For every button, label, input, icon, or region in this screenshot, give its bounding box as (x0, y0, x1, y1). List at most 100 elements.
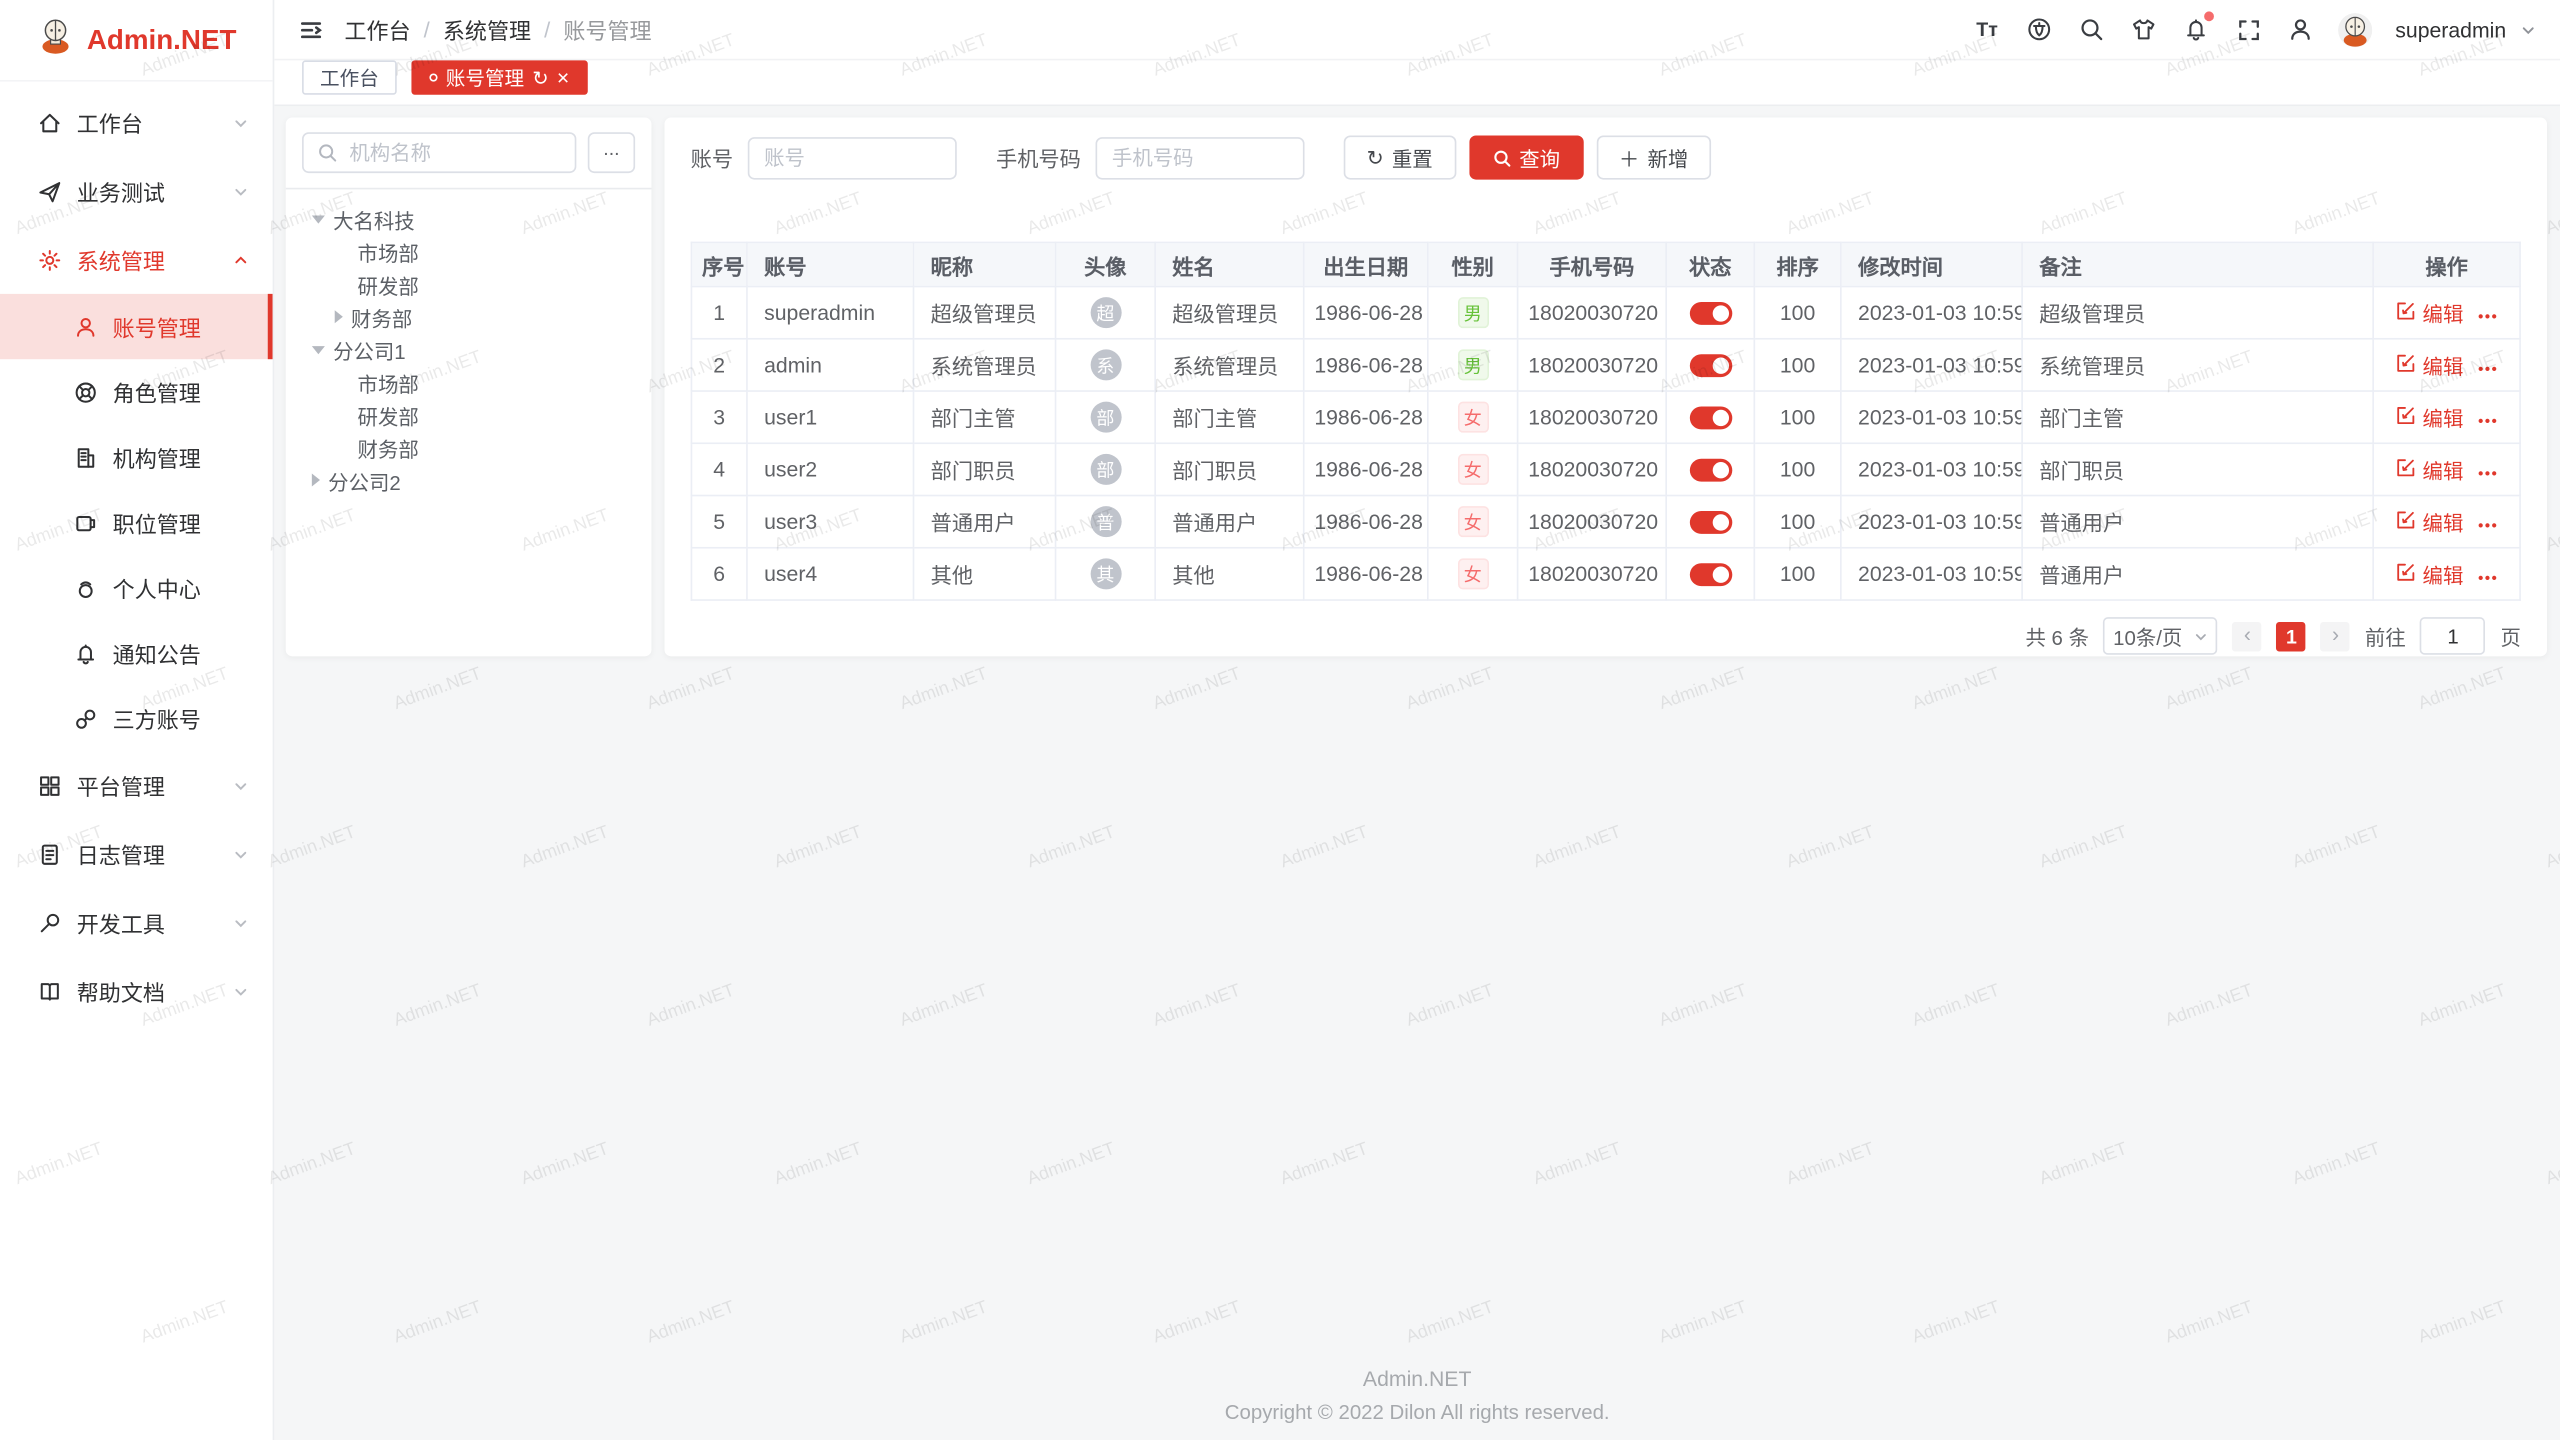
username[interactable]: superadmin (2395, 17, 2506, 41)
next-page-button[interactable]: › (2321, 621, 2350, 650)
tab-close-icon[interactable]: × (557, 67, 569, 88)
search-icon (1492, 148, 1512, 168)
column-header-name: 姓名 (1155, 242, 1304, 286)
app: Admin.NET 工作台业务测试系统管理账号管理角色管理机构管理职位管理个人中… (0, 0, 2560, 1440)
cell-nickname: 其他 (913, 548, 1055, 600)
edit-icon (2395, 561, 2416, 587)
phone-input[interactable] (1096, 136, 1305, 178)
status-toggle[interactable] (1689, 303, 1731, 326)
cell-op: 编辑 ••• (2373, 496, 2520, 548)
tree-node-0-2[interactable]: 财务部 (302, 300, 635, 333)
user-chevron-down-icon[interactable] (2519, 20, 2537, 38)
edit-button[interactable]: 编辑 (2395, 297, 2464, 328)
cell-status (1666, 339, 1754, 391)
page-1-button[interactable]: 1 (2277, 621, 2306, 650)
sidebar-item-role-management[interactable]: 角色管理 (0, 359, 273, 424)
cell-modified: 2023-01-03 10:59:44 (1841, 339, 2022, 391)
row-more-button[interactable]: ••• (2478, 308, 2498, 324)
status-toggle[interactable] (1689, 407, 1731, 430)
caret-right-icon[interactable] (335, 310, 343, 323)
sidebar-item-dev-tools[interactable]: 开发工具 (0, 888, 273, 957)
sidebar-item-position-management[interactable]: 职位管理 (0, 490, 273, 555)
chevron-down-icon (232, 776, 250, 794)
edit-button[interactable]: 编辑 (2395, 506, 2464, 537)
tree-node-label: 财务部 (358, 432, 419, 463)
tree-node-2[interactable]: 分公司2 (302, 464, 635, 497)
org-search-box (302, 132, 576, 173)
table-row: 2admin系统管理员系系统管理员1986-06-28男180200307201… (691, 339, 2520, 391)
language-icon[interactable] (2025, 15, 2054, 44)
status-toggle[interactable] (1689, 511, 1731, 534)
search-button[interactable]: 查询 (1469, 136, 1583, 180)
fullscreen-icon[interactable] (2234, 15, 2263, 44)
sidebar-item-business-test[interactable]: 业务测试 (0, 157, 273, 226)
toggle-knob (1712, 410, 1728, 426)
row-more-button[interactable]: ••• (2478, 412, 2498, 428)
row-more-button[interactable]: ••• (2478, 569, 2498, 585)
font-size-icon[interactable]: Tт (1972, 15, 2001, 44)
edit-button[interactable]: 编辑 (2395, 349, 2464, 380)
tree-node-0[interactable]: 大名科技 (302, 202, 635, 235)
sidebar-item-workbench[interactable]: 工作台 (0, 88, 273, 157)
cell-avatar: 普 (1056, 496, 1156, 548)
cell-sort: 100 (1754, 548, 1841, 600)
caret-down-icon[interactable] (312, 216, 325, 224)
status-toggle[interactable] (1689, 564, 1731, 587)
sidebar-item-label: 业务测试 (77, 175, 232, 208)
breadcrumb-item[interactable]: 系统管理 (443, 13, 531, 46)
sidebar-item-org-management[interactable]: 机构管理 (0, 425, 273, 490)
account-input[interactable] (748, 136, 957, 178)
prev-page-button[interactable]: ‹ (2233, 621, 2262, 650)
cell-remark: 部门职员 (2022, 443, 2373, 495)
goto-page-input[interactable] (2420, 617, 2485, 655)
status-toggle[interactable] (1689, 459, 1731, 482)
tree-node-0-1[interactable]: 研发部 (302, 268, 635, 301)
tree-node-1[interactable]: 分公司1 (302, 333, 635, 366)
search-icon[interactable] (2077, 15, 2106, 44)
caret-right-icon[interactable] (312, 473, 320, 486)
sidebar-item-third-account[interactable]: 三方账号 (0, 686, 273, 751)
sidebar-item-label: 账号管理 (113, 310, 245, 343)
sidebar-item-notice[interactable]: 通知公告 (0, 620, 273, 685)
add-button[interactable]: ＋ 新增 (1596, 136, 1711, 180)
cell-gender: 男 (1428, 287, 1518, 339)
send-icon (36, 178, 62, 204)
tree-node-1-2[interactable]: 财务部 (302, 431, 635, 464)
chevron-up-icon (232, 251, 250, 269)
sidebar-item-system-management[interactable]: 系统管理 (0, 225, 273, 294)
theme-icon[interactable] (2129, 15, 2158, 44)
edit-button[interactable]: 编辑 (2395, 454, 2464, 485)
tab-workbench[interactable]: 工作台 (302, 60, 397, 94)
sidebar-item-log-management[interactable]: 日志管理 (0, 820, 273, 889)
sidebar-item-help-docs[interactable]: 帮助文档 (0, 957, 273, 1026)
org-more-button[interactable]: ... (588, 132, 635, 173)
tree-node-0-0[interactable]: 市场部 (302, 235, 635, 268)
tree-node-1-0[interactable]: 市场部 (302, 366, 635, 399)
caret-down-icon[interactable] (312, 346, 325, 354)
notification-icon[interactable] (2181, 15, 2210, 44)
org-search-input[interactable] (346, 140, 562, 166)
sidebar-item-platform-management[interactable]: 平台管理 (0, 751, 273, 820)
sidebar-item-account-management[interactable]: 账号管理 (0, 294, 273, 359)
cell-gender: 女 (1428, 391, 1518, 443)
cell-birth: 1986-06-28 (1304, 548, 1428, 600)
page-size-select[interactable]: 10条/页 (2104, 617, 2218, 655)
edit-icon (2395, 300, 2416, 326)
status-toggle[interactable] (1689, 355, 1731, 378)
tree-node-1-1[interactable]: 研发部 (302, 398, 635, 431)
tab-refresh-icon[interactable]: ↻ (532, 68, 548, 88)
tab-account-management[interactable]: 账号管理 ↻ × (411, 60, 587, 94)
sidebar-item-profile-center[interactable]: 个人中心 (0, 555, 273, 620)
edit-button[interactable]: 编辑 (2395, 558, 2464, 589)
phone-label: 手机号码 (996, 142, 1081, 173)
row-more-button[interactable]: ••• (2478, 360, 2498, 376)
breadcrumb: 工作台/系统管理/账号管理 (344, 13, 651, 46)
profile-icon[interactable] (2286, 15, 2315, 44)
user-avatar[interactable] (2338, 12, 2372, 46)
row-more-button[interactable]: ••• (2478, 517, 2498, 533)
row-more-button[interactable]: ••• (2478, 465, 2498, 481)
edit-button[interactable]: 编辑 (2395, 402, 2464, 433)
collapse-sidebar-icon[interactable] (299, 17, 323, 41)
breadcrumb-item[interactable]: 工作台 (344, 13, 410, 46)
reset-button[interactable]: ↻ 重置 (1344, 136, 1456, 180)
